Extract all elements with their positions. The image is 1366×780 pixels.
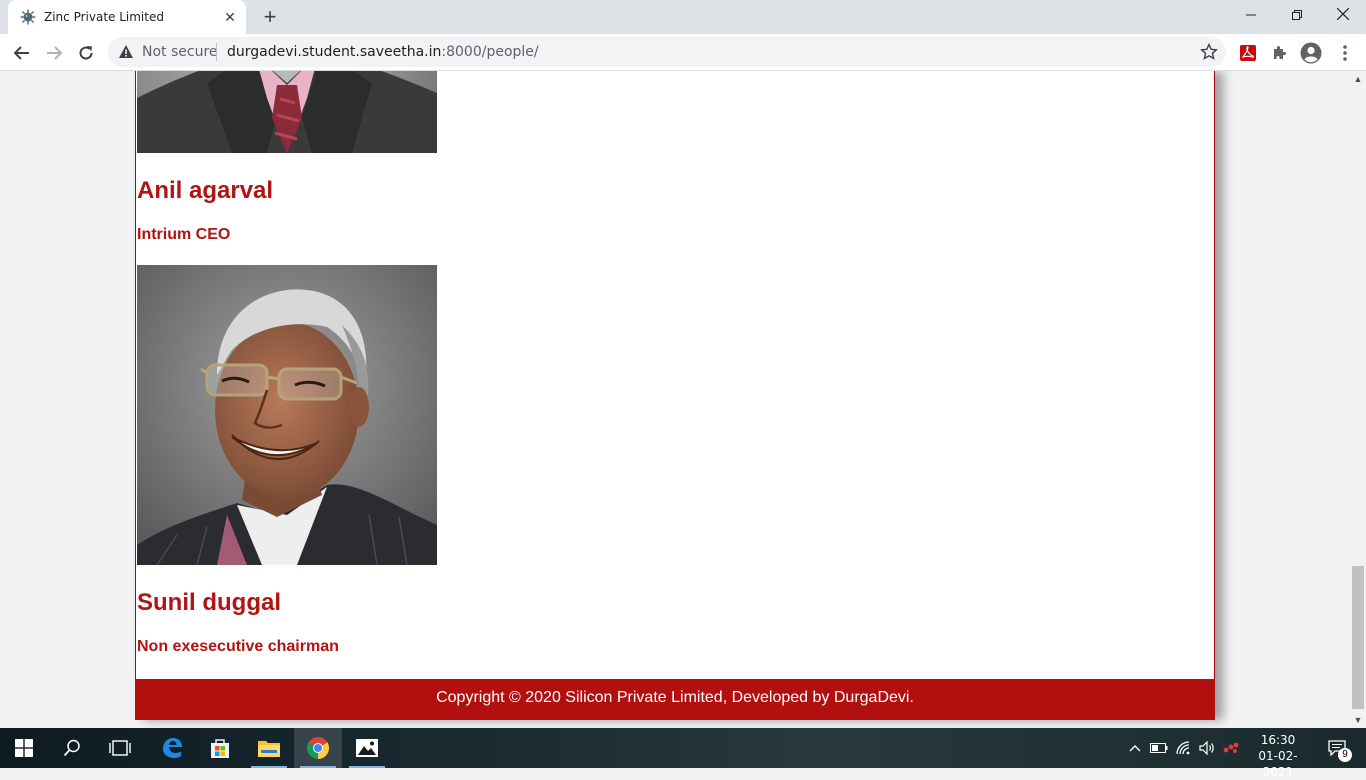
- back-button[interactable]: [8, 39, 36, 67]
- reload-button[interactable]: [72, 39, 100, 67]
- pdf-extension-icon[interactable]: [1237, 42, 1259, 64]
- extensions-puzzle-icon[interactable]: [1269, 42, 1291, 64]
- network-button[interactable]: [1173, 728, 1195, 768]
- close-tab-icon[interactable]: ✕: [222, 9, 238, 25]
- photos-button[interactable]: [343, 728, 391, 768]
- battery-button[interactable]: [1148, 728, 1170, 768]
- battery-icon: [1150, 743, 1168, 753]
- file-explorer-button[interactable]: [245, 728, 293, 768]
- search-button[interactable]: [48, 728, 96, 768]
- bookmark-star-icon[interactable]: [1199, 42, 1219, 66]
- windows-taskbar: 16:30 01-02-2021 9: [0, 728, 1366, 779]
- clock-date: 01-02-2021: [1258, 749, 1298, 779]
- notification-count-badge: 9: [1338, 748, 1352, 762]
- minimize-button[interactable]: [1228, 0, 1274, 32]
- folder-icon: [258, 741, 280, 757]
- taskbar-clock[interactable]: 16:30 01-02-2021: [1248, 732, 1308, 780]
- clock-time: 16:30: [1260, 733, 1296, 747]
- restore-button[interactable]: [1274, 0, 1320, 32]
- arrow-left-icon: [14, 46, 29, 60]
- photos-icon: [356, 739, 378, 757]
- address-divider: [216, 43, 217, 61]
- scroll-down-arrow-icon[interactable]: ▼: [1350, 712, 1366, 728]
- search-icon: [63, 739, 80, 757]
- new-tab-button[interactable]: +: [258, 6, 282, 30]
- page-scrollbar[interactable]: ▲ ▼: [1350, 71, 1366, 728]
- app-tray-icon: [1223, 742, 1239, 753]
- warning-icon[interactable]: [118, 44, 134, 65]
- url-path: :8000/people/: [441, 44, 539, 60]
- forward-button[interactable]: [40, 39, 68, 67]
- arrow-right-icon: [47, 46, 62, 60]
- person-photo-sunil: [137, 265, 437, 565]
- browser-tab[interactable]: Zinc Private Limited ✕: [8, 0, 246, 34]
- red-app-tray-button[interactable]: [1221, 728, 1241, 768]
- wifi-icon: [1176, 741, 1190, 755]
- tab-title: Zinc Private Limited: [44, 10, 164, 24]
- url-text[interactable]: durgadevi.student.saveetha.in:8000/peopl…: [227, 44, 539, 60]
- virus-favicon-icon: [20, 9, 36, 25]
- show-hidden-icons-button[interactable]: [1126, 728, 1144, 768]
- task-view-button[interactable]: [96, 728, 144, 768]
- person-photo-anil: [137, 71, 437, 153]
- menu-kebab-icon[interactable]: [1334, 42, 1356, 64]
- browser-toolbar: Not secure durgadevi.student.saveetha.in…: [0, 34, 1366, 71]
- close-window-button[interactable]: [1320, 0, 1366, 32]
- url-host: durgadevi.student.saveetha.in: [227, 44, 442, 60]
- person-name: Sunil duggal: [137, 589, 281, 616]
- profile-avatar-icon[interactable]: [1300, 42, 1322, 64]
- scroll-thumb[interactable]: [1352, 566, 1364, 709]
- reload-icon: [79, 46, 93, 60]
- page-viewport: Anil agarval Intrium CEO Sunil duggal No…: [0, 71, 1350, 728]
- person-name: Anil agarval: [137, 177, 274, 204]
- browser-titlebar: Zinc Private Limited ✕ +: [0, 0, 1366, 34]
- footer-copyright: Copyright © 2020 Silicon Private Limited…: [436, 689, 914, 706]
- speaker-icon: [1199, 741, 1214, 755]
- store-bag-icon: [211, 739, 229, 758]
- store-button[interactable]: [196, 728, 244, 768]
- chrome-browser-icon: [307, 737, 329, 759]
- scroll-up-arrow-icon[interactable]: ▲: [1350, 71, 1366, 87]
- address-bar[interactable]: Not secure durgadevi.student.saveetha.in…: [108, 37, 1226, 67]
- start-button[interactable]: [0, 728, 48, 768]
- page-footer: Copyright © 2020 Silicon Private Limited…: [135, 679, 1215, 720]
- person-role: Intrium CEO: [137, 226, 231, 243]
- edge-browser-icon: [163, 738, 182, 758]
- task-view-icon: [109, 740, 131, 756]
- windows-logo-icon: [15, 739, 33, 757]
- edge-button[interactable]: [148, 728, 196, 768]
- page-content: Anil agarval Intrium CEO Sunil duggal No…: [135, 71, 1215, 720]
- action-center-button[interactable]: 9: [1320, 728, 1354, 768]
- chrome-button[interactable]: [294, 728, 342, 768]
- person-role: Non exesecutive chairman: [137, 638, 339, 655]
- volume-button[interactable]: [1197, 728, 1219, 768]
- chevron-up-icon: [1129, 745, 1141, 752]
- security-label[interactable]: Not secure: [142, 44, 218, 60]
